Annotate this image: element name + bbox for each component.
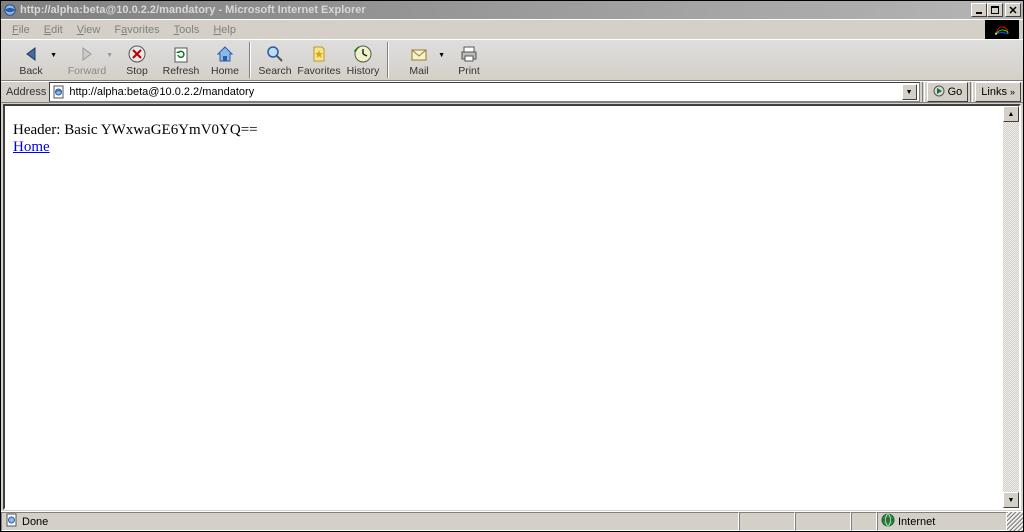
print-button[interactable]: Print: [447, 40, 491, 80]
minimize-button[interactable]: [971, 3, 987, 17]
toolbar-separator: [249, 42, 251, 78]
status-text: Done: [22, 516, 48, 528]
address-separator: [922, 82, 925, 102]
scroll-track[interactable]: [1003, 122, 1019, 492]
stop-icon: [127, 44, 147, 64]
scroll-up-button[interactable]: ▲: [1003, 106, 1019, 122]
back-arrow-icon: [21, 44, 41, 64]
menu-favorites[interactable]: Favorites: [107, 22, 166, 38]
forward-button: Forward ▼: [59, 40, 115, 80]
content-frame: Header: Basic YWxwaGE6YmV0YQ== Home ▲ ▼: [3, 104, 1021, 510]
scroll-down-button[interactable]: ▼: [1003, 492, 1019, 508]
toolbar-separator: [387, 42, 389, 78]
home-icon: [215, 44, 235, 64]
header-text: Header: Basic YWxwaGE6YmV0YQ==: [13, 122, 995, 139]
home-link[interactable]: Home: [13, 139, 50, 155]
address-dropdown-button[interactable]: ▼: [902, 84, 917, 100]
refresh-button[interactable]: Refresh: [159, 40, 203, 80]
status-pane-3: [795, 512, 851, 531]
mail-icon: [409, 44, 429, 64]
address-label: Address: [3, 86, 49, 98]
status-pane-2: [739, 512, 795, 531]
dropdown-arrow-icon[interactable]: ▼: [50, 52, 57, 59]
zone-text: Internet: [898, 516, 935, 528]
refresh-icon: [171, 44, 191, 64]
links-button[interactable]: Links »: [975, 82, 1021, 102]
menu-view[interactable]: View: [70, 22, 108, 38]
mail-button[interactable]: Mail ▼: [391, 40, 447, 80]
status-bar: Done Internet: [1, 511, 1023, 531]
ie-app-icon: [3, 3, 17, 17]
menu-tools[interactable]: Tools: [167, 22, 207, 38]
history-icon: [353, 44, 373, 64]
address-bar: Address ▼ Go Links »: [1, 81, 1023, 103]
address-combo[interactable]: ▼: [49, 82, 919, 102]
status-pane-4: [851, 512, 877, 531]
history-button[interactable]: History: [341, 40, 385, 80]
maximize-button[interactable]: [987, 3, 1003, 17]
address-input[interactable]: [69, 86, 901, 98]
favorites-icon: [309, 44, 329, 64]
address-separator: [970, 82, 973, 102]
window-title: http://alpha:beta@10.0.2.2/mandatory - M…: [20, 4, 971, 16]
favorites-button[interactable]: Favorites: [297, 40, 341, 80]
go-button[interactable]: Go: [927, 82, 969, 102]
print-icon: [459, 44, 479, 64]
chevron-right-icon: »: [1010, 87, 1015, 97]
title-bar: http://alpha:beta@10.0.2.2/mandatory - M…: [1, 1, 1023, 19]
page-icon: [5, 513, 19, 530]
forward-arrow-icon: [77, 44, 97, 64]
menu-file[interactable]: File: [5, 22, 37, 38]
ie-window: http://alpha:beta@10.0.2.2/mandatory - M…: [0, 0, 1024, 532]
search-icon: [265, 44, 285, 64]
resize-grip[interactable]: [1007, 512, 1023, 531]
home-button[interactable]: Home: [203, 40, 247, 80]
stop-button[interactable]: Stop: [115, 40, 159, 80]
search-button[interactable]: Search: [253, 40, 297, 80]
back-button[interactable]: Back ▼: [3, 40, 59, 80]
status-main-pane: Done: [1, 512, 739, 531]
go-icon: [933, 85, 945, 100]
security-zone-pane: Internet: [877, 512, 1007, 531]
menu-help[interactable]: Help: [206, 22, 243, 38]
close-button[interactable]: [1005, 3, 1021, 17]
menu-edit[interactable]: Edit: [37, 22, 70, 38]
dropdown-arrow-icon: ▼: [106, 52, 113, 59]
window-controls: [971, 3, 1021, 17]
dropdown-arrow-icon[interactable]: ▼: [438, 52, 445, 59]
toolbar: Back ▼ Forward ▼ Stop Refresh Home Searc…: [1, 39, 1023, 81]
vertical-scrollbar[interactable]: ▲ ▼: [1003, 106, 1019, 508]
page-icon: [52, 85, 66, 99]
menu-bar: File Edit View Favorites Tools Help: [1, 19, 1023, 39]
page-body: Header: Basic YWxwaGE6YmV0YQ== Home: [5, 106, 1003, 508]
internet-zone-icon: [881, 513, 895, 530]
ie-throbber-icon: [985, 20, 1019, 40]
